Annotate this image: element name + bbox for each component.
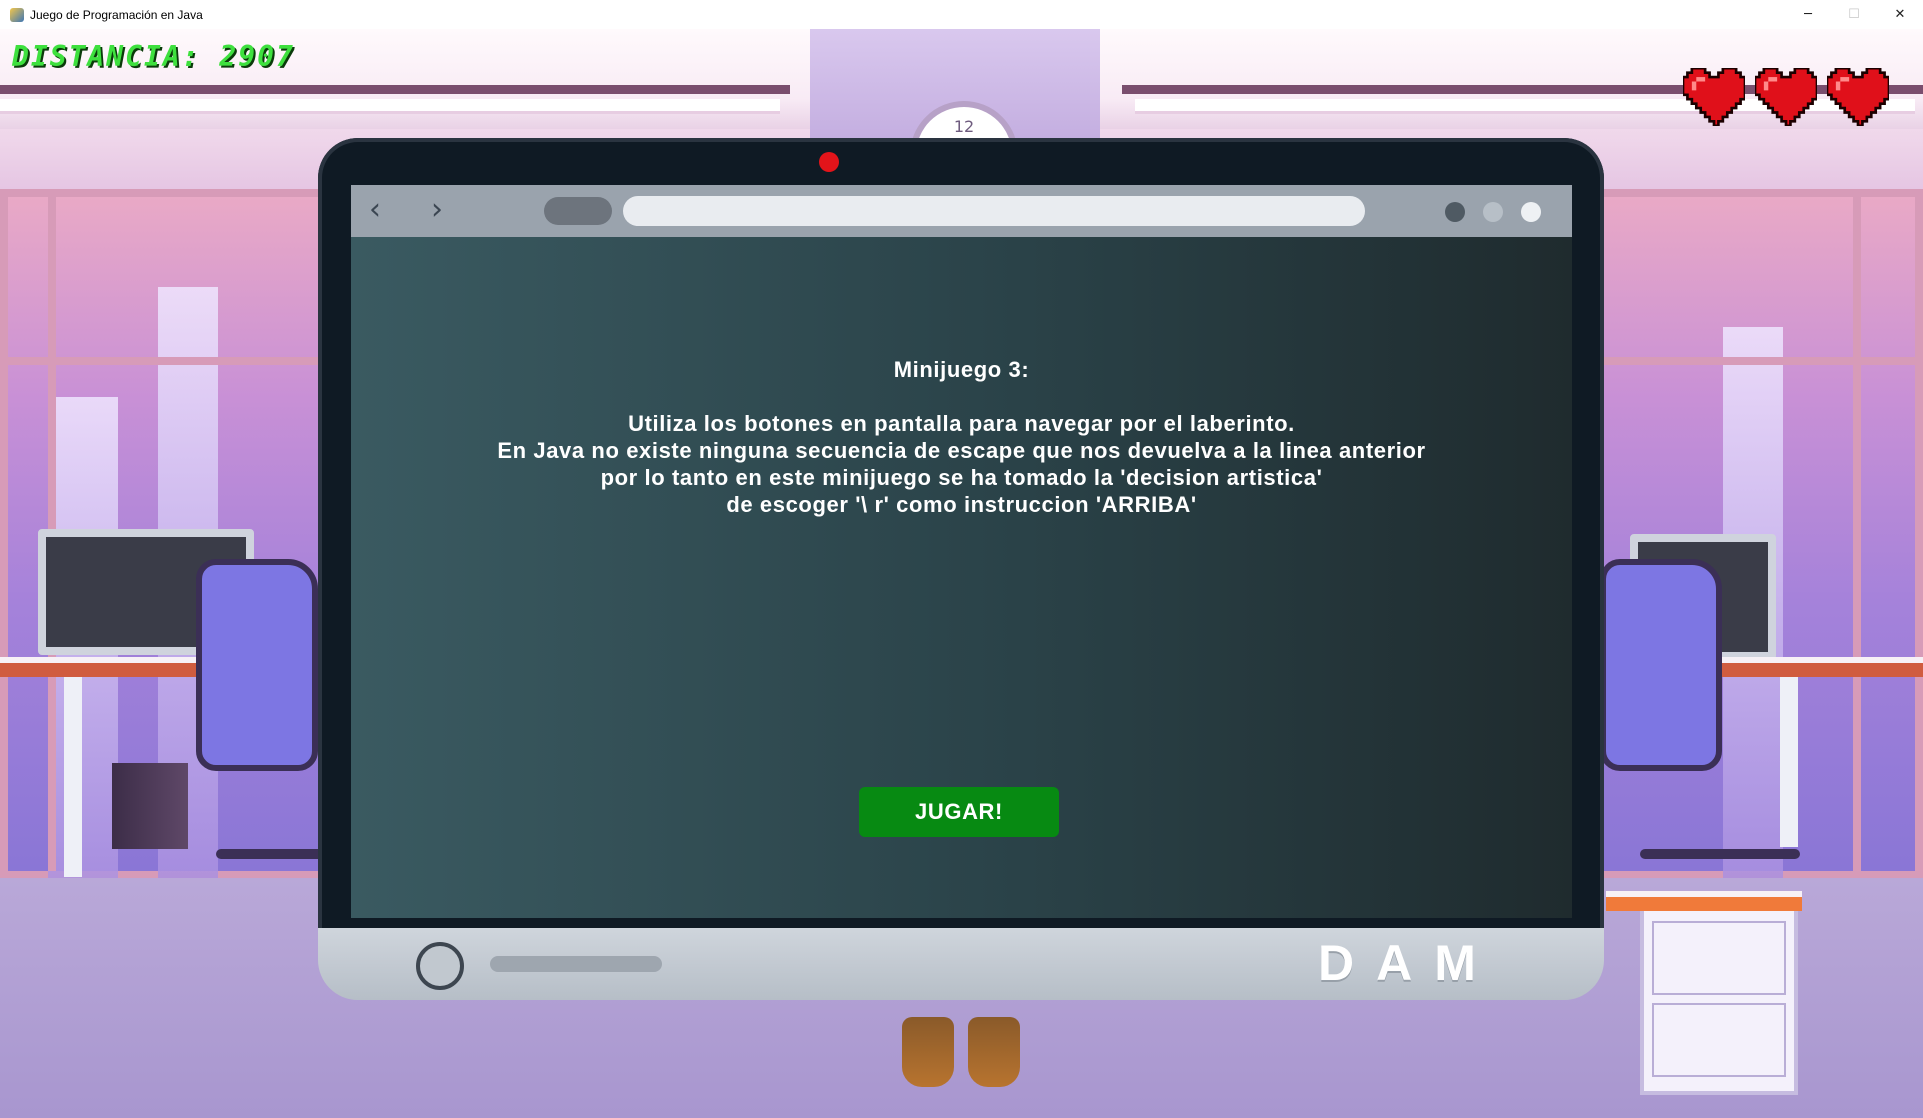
close-button[interactable]: ✕ (1877, 0, 1923, 29)
minigame-instructions: Minijuego 3: Utiliza los botones en pant… (351, 237, 1572, 918)
heart-icon (1683, 68, 1745, 126)
clock-label: 12 (953, 117, 975, 136)
window-title: Juego de Programación en Java (30, 7, 203, 22)
window-mullion (1603, 357, 1915, 365)
heart-icon (1755, 68, 1817, 126)
office-chair (1600, 559, 1722, 771)
office-chair (196, 559, 318, 771)
back-arrow-icon: ‹ (369, 192, 381, 227)
browser-dot-icon (1483, 202, 1503, 222)
distance-counter: DISTANCIA: 2907 (12, 40, 295, 73)
file-cabinet (1640, 907, 1798, 1095)
address-bar (623, 196, 1365, 226)
heart-icon (1827, 68, 1889, 126)
laptop-base: DAM (318, 928, 1604, 1000)
browser-tab (544, 197, 612, 225)
browser-toolbar: ‹ › (351, 185, 1572, 237)
browser-dot-icon (1521, 202, 1541, 222)
player-boot-left (902, 1017, 954, 1087)
chair-base (216, 849, 326, 859)
desk-leg (1780, 677, 1798, 847)
window-title-bar: Juego de Programación en Java ─ ☐ ✕ (0, 0, 1923, 30)
desk-leg (64, 677, 82, 877)
cabinet-top (1606, 891, 1802, 911)
ceiling-light (0, 99, 780, 114)
cabinet-drawer (1652, 1003, 1786, 1077)
office-desk (1700, 657, 1923, 677)
minigame-description: Utiliza los botones en pantalla para nav… (351, 410, 1572, 518)
play-button[interactable]: JUGAR! (859, 787, 1059, 837)
laptop-slot (490, 956, 662, 972)
window-mullion (1853, 197, 1861, 871)
maximize-button[interactable]: ☐ (1831, 0, 1877, 29)
power-button-icon (416, 942, 464, 990)
instruction-line: En Java no existe ninguna secuencia de e… (497, 438, 1426, 463)
window-controls: ─ ☐ ✕ (1785, 0, 1923, 29)
forward-arrow-icon: › (431, 192, 443, 227)
ceiling-beam (0, 85, 790, 94)
brand-logo: DAM (1318, 935, 1498, 991)
minimize-button[interactable]: ─ (1785, 0, 1831, 29)
webcam-led (819, 152, 839, 172)
lives-display (1683, 68, 1889, 126)
instruction-line: Utiliza los botones en pantalla para nav… (628, 411, 1295, 436)
chair-base (1640, 849, 1800, 859)
app-icon (10, 7, 24, 22)
laptop-dialog: ‹ › Minijuego 3: Utiliza los botones en … (318, 138, 1604, 1000)
trash-bin (112, 763, 188, 849)
player-boot-right (968, 1017, 1020, 1087)
minigame-title: Minijuego 3: (893, 357, 1030, 382)
instruction-line: por lo tanto en este minijuego se ha tom… (600, 465, 1323, 490)
cabinet-drawer (1652, 921, 1786, 995)
laptop-screen: ‹ › Minijuego 3: Utiliza los botones en … (351, 185, 1572, 918)
instruction-line: de escoger '\ r' como instruccion 'ARRIB… (726, 492, 1197, 517)
browser-dot-icon (1445, 202, 1465, 222)
laptop-lid: ‹ › Minijuego 3: Utiliza los botones en … (318, 138, 1604, 938)
